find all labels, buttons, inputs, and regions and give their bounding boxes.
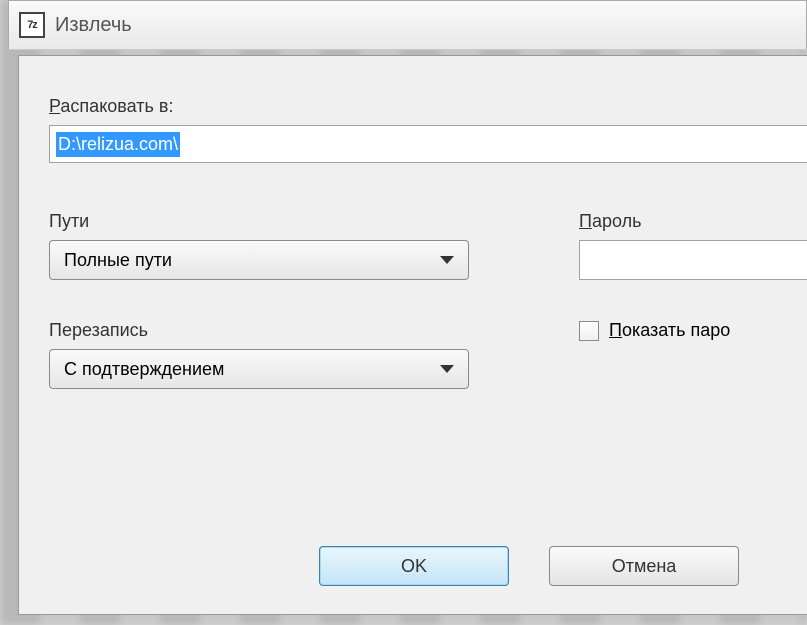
overwrite-value: С подтверждением <box>64 359 224 380</box>
titlebar: 7z Извлечь <box>8 0 807 50</box>
paths-value: Полные пути <box>64 250 172 271</box>
overwrite-label: Перезапись <box>49 320 469 341</box>
paths-combobox[interactable]: Полные пути <box>49 240 469 280</box>
show-password-label: Показать паро <box>609 320 730 341</box>
dialog-buttons: OK Отмена <box>319 546 739 586</box>
extract-dialog: Распаковать в: D:\relizua.com\ Пути Полн… <box>18 55 807 615</box>
chevron-down-icon <box>440 365 454 373</box>
password-input[interactable] <box>579 240 807 280</box>
ok-button[interactable]: OK <box>319 546 509 586</box>
cancel-button[interactable]: Отмена <box>549 546 739 586</box>
app-icon-text: 7z <box>27 19 37 31</box>
chevron-down-icon <box>440 256 454 264</box>
window-title: Извлечь <box>55 14 132 37</box>
extract-to-value: D:\relizua.com\ <box>56 132 180 157</box>
extract-to-label: Распаковать в: <box>49 96 807 117</box>
extract-to-input[interactable]: D:\relizua.com\ <box>49 125 807 163</box>
show-password-checkbox[interactable] <box>579 321 599 341</box>
overwrite-combobox[interactable]: С подтверждением <box>49 349 469 389</box>
show-password-row[interactable]: Показать паро <box>579 320 807 341</box>
app-icon: 7z <box>19 12 45 38</box>
paths-label: Пути <box>49 211 469 232</box>
password-label: Пароль <box>579 211 807 232</box>
